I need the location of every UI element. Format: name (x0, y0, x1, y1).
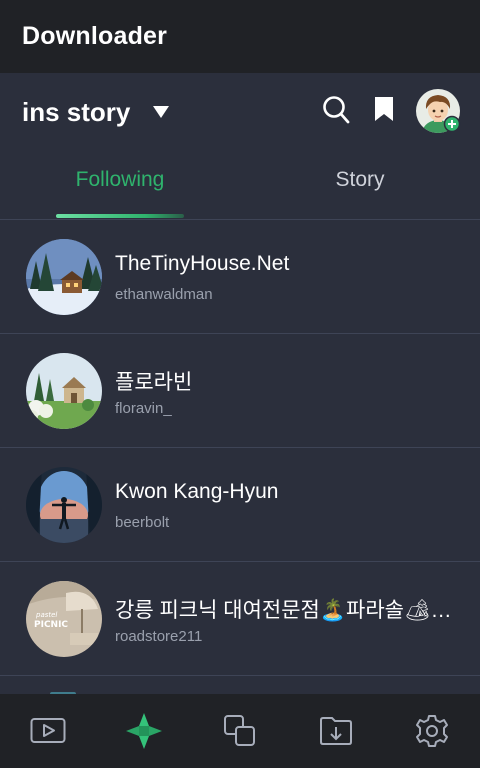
account-handle: roadstore211 (115, 628, 203, 645)
list-item[interactable]: TheTinyHouse.Net ethanwaldman (0, 220, 480, 334)
account-handle: beerbolt (115, 514, 170, 531)
bookmark-icon[interactable] (374, 96, 394, 122)
profile-thumbnail (26, 467, 102, 543)
app-bar: Downloader (0, 0, 480, 73)
account-name: ins story (22, 96, 131, 127)
folder-download-icon (320, 717, 352, 745)
avatar-icon (416, 89, 461, 133)
profile-thumbnail (26, 239, 102, 315)
account-display-name: TheTinyHouse.Net (115, 252, 290, 275)
list-item[interactable]: Kwon Kang-Hyun beerbolt (0, 448, 480, 562)
nav-home[interactable] (96, 694, 192, 768)
account-display-name: 강릉 피크닉 대여전문점🏝️파라솔🏕… (115, 599, 452, 622)
list-item[interactable]: pastel PICNIC 강릉 피크닉 대여전문점🏝️파라솔🏕… roadst… (0, 562, 480, 676)
next-list-item-partial (0, 676, 480, 694)
nav-clipboard[interactable] (192, 694, 288, 768)
caret-down-icon (153, 106, 170, 118)
profile-thumbnail: pastel PICNIC (26, 581, 102, 657)
list-item[interactable]: 플로라빈 floravin_ (0, 334, 480, 448)
tab-following[interactable]: Following (0, 149, 240, 219)
bottom-navigation (0, 694, 480, 768)
thumb-text-small: pastel (35, 611, 57, 619)
avatar[interactable] (416, 89, 461, 133)
nav-videos[interactable] (0, 694, 96, 768)
nav-downloads[interactable] (288, 694, 384, 768)
account-header: ins story (0, 73, 480, 149)
account-selector[interactable]: ins story (22, 95, 170, 129)
video-play-icon (30, 718, 66, 743)
account-handle: ethanwaldman (115, 286, 213, 303)
app-logo-icon (126, 713, 162, 749)
app-title: Downloader (22, 22, 168, 50)
search-icon[interactable] (322, 95, 350, 125)
account-handle: floravin_ (115, 400, 172, 417)
tab-story[interactable]: Story (240, 149, 480, 219)
account-display-name: Kwon Kang-Hyun (115, 480, 279, 503)
thumb-text-large: PICNIC (34, 620, 68, 630)
profile-thumbnail (26, 353, 102, 429)
following-list: TheTinyHouse.Net ethanwaldman 플로라빈 flora… (0, 220, 480, 676)
tab-bar: Following Story (0, 149, 480, 220)
copy-icon (224, 715, 255, 746)
nav-settings[interactable] (384, 694, 480, 768)
account-display-name: 플로라빈 (115, 371, 193, 394)
settings-gear-icon (416, 715, 448, 747)
active-tab-indicator (56, 214, 184, 218)
